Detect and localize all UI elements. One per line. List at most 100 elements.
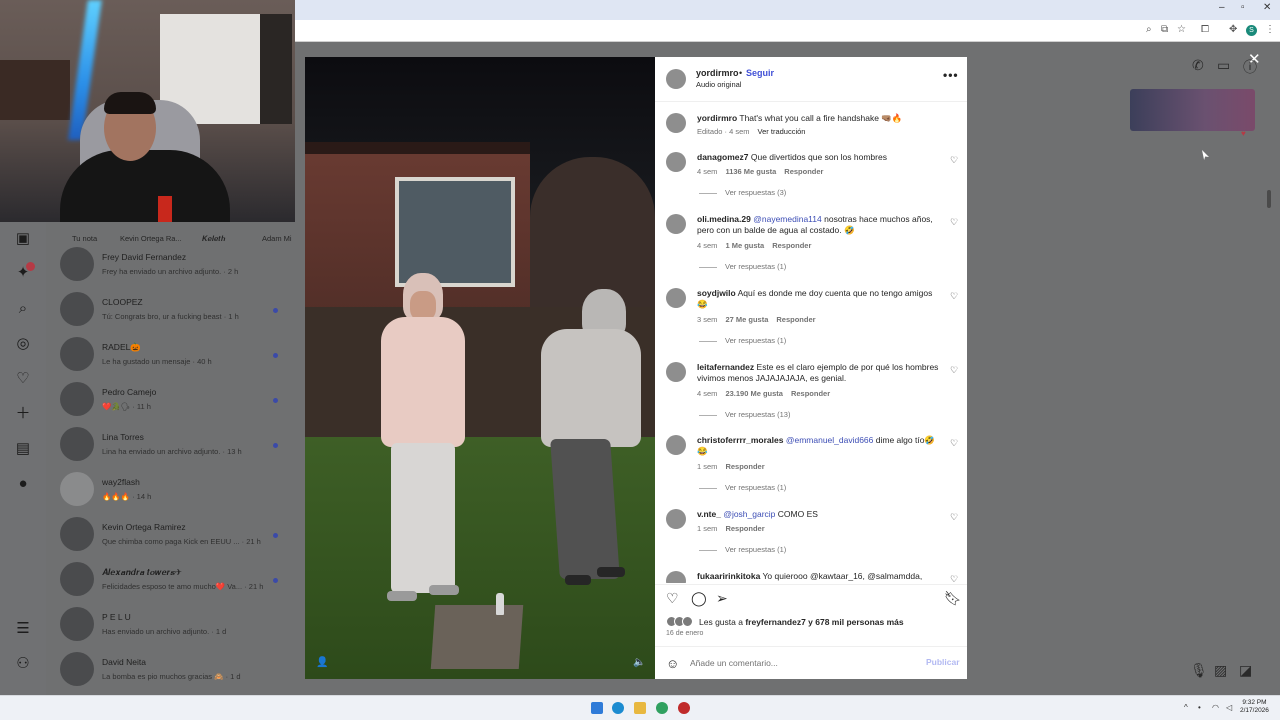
explore-icon[interactable]: ◎ [14, 335, 32, 353]
avatar[interactable] [666, 362, 686, 382]
view-replies-button[interactable]: Ver respuestas (1) [725, 262, 786, 271]
comment-mention[interactable]: @nayemedina114 [753, 214, 822, 224]
reply-button[interactable]: Responder [725, 524, 764, 533]
emoji-icon[interactable]: ☺ [666, 656, 679, 671]
comment-likes[interactable]: 1136 Me gusta [725, 167, 776, 176]
speaker-icon[interactable]: ◁ [1226, 703, 1232, 712]
audio-label[interactable]: Audio original [696, 80, 741, 89]
comment-likes[interactable]: 27 Me gusta [725, 315, 768, 324]
view-replies-button[interactable]: Ver respuestas (1) [725, 336, 786, 345]
chat-row[interactable]: 𝑨𝒍𝒆𝒙𝒂𝒏𝒅𝒓𝒂 𝒕𝒐𝒘𝒆𝒓𝒔✈ Felicidades esposo te a… [46, 557, 295, 602]
scrollbar-thumb[interactable] [1267, 190, 1271, 208]
likes-count[interactable]: y 678 mil personas más [808, 617, 903, 627]
comment-likes[interactable]: 1 Me gusta [725, 241, 764, 250]
windows-start-icon[interactable] [591, 702, 603, 714]
tray-mic-icon[interactable]: • [1198, 703, 1201, 712]
like-comment-heart-icon[interactable]: ♡ [950, 512, 958, 523]
more-options-icon[interactable]: ••• [943, 68, 959, 82]
notifications-heart-icon[interactable]: ♡ [14, 370, 32, 388]
likes-summary[interactable]: Les gusta a freyfernandez7 y 678 mil per… [699, 617, 904, 627]
post-username[interactable]: yordirmro [696, 68, 739, 78]
reply-button[interactable]: Responder [784, 167, 823, 176]
taskbar-clock[interactable]: 9:32 PM 2/17/2026 [1240, 699, 1269, 715]
comment-user[interactable]: soydjwilo [697, 288, 736, 298]
profile-avatar-icon[interactable]: ● [14, 475, 32, 493]
reply-button[interactable]: Responder [725, 462, 764, 471]
bookmark-star-icon[interactable]: ☆ [1177, 24, 1186, 35]
extensions-icon[interactable]: ⧠ [1201, 24, 1209, 35]
dashboard-icon[interactable]: ▤ [14, 440, 32, 458]
chat-row[interactable]: Kevin Ortega Ramirez Que chimba como paga… [46, 512, 295, 557]
like-comment-heart-icon[interactable]: ♡ [950, 155, 958, 166]
avatar[interactable] [666, 509, 686, 529]
avatar[interactable] [666, 288, 686, 308]
comment-mention[interactable]: @emmanuel_david666 [786, 435, 874, 445]
reel-video[interactable]: 👤 🔈 [305, 57, 655, 679]
search-icon[interactable]: ⌕ [14, 300, 32, 318]
like-comment-heart-icon[interactable]: ♡ [950, 438, 958, 449]
view-replies-button[interactable]: Ver respuestas (3) [725, 188, 786, 197]
see-translation-link[interactable]: Ver traducción [758, 127, 806, 136]
browser-menu-icon[interactable]: ⋮ [1265, 24, 1275, 35]
chat-row[interactable]: Frey David Fernandez Frey ha enviado un a… [46, 242, 295, 287]
reply-button[interactable]: Responder [791, 389, 830, 398]
comment-likes[interactable]: 23.190 Me gusta [725, 389, 783, 398]
minimize-icon[interactable]: – [1219, 2, 1225, 13]
like-comment-heart-icon[interactable]: ♡ [950, 574, 958, 583]
info-icon[interactable]: ⓘ [1243, 57, 1257, 77]
obs-icon[interactable] [678, 702, 690, 714]
tray-chevron-icon[interactable]: ^ [1184, 703, 1188, 712]
chat-row[interactable]: Pedro Camejo ❤️🐊🗣 · 11 h [46, 377, 295, 422]
publish-button[interactable]: Publicar [926, 657, 960, 667]
maximize-icon[interactable]: ▫ [1241, 2, 1245, 13]
phone-icon[interactable]: ✆ [1192, 57, 1204, 74]
profile-avatar[interactable]: S [1246, 25, 1257, 36]
microphone-icon[interactable]: 🎙︎ [1190, 662, 1208, 679]
comment-user[interactable]: v.nte_ [697, 509, 721, 519]
video-call-icon[interactable]: ▭ [1217, 57, 1230, 74]
comment-user[interactable]: leitafernandez [697, 362, 754, 372]
wifi-icon[interactable]: ◠ [1212, 703, 1219, 712]
comment-user[interactable]: christoferrrr_morales [697, 435, 783, 445]
comment-user[interactable]: fukaaririnkitoka [697, 571, 760, 581]
edge-icon[interactable] [612, 702, 624, 714]
window-close-icon[interactable]: ✕ [1263, 2, 1271, 13]
sticker-icon[interactable]: ◪ [1239, 662, 1252, 679]
create-icon[interactable]: ＋ [14, 405, 32, 423]
chrome-icon[interactable] [656, 702, 668, 714]
heart-icon[interactable]: ♡ [666, 590, 679, 607]
file-explorer-icon[interactable] [634, 702, 646, 714]
reply-button[interactable]: Responder [776, 315, 815, 324]
chat-row[interactable]: P E L U Has enviado un archivo adjunto. ·… [46, 602, 295, 647]
avatar[interactable] [666, 435, 686, 455]
like-comment-heart-icon[interactable]: ♡ [950, 365, 958, 376]
chat-row[interactable]: David Neita La bomba es pio muchos gracia… [46, 647, 295, 692]
zoom-icon[interactable]: ⌕ [1146, 24, 1152, 35]
chat-row[interactable]: RADEL🎃 Le ha gustado un mensaje · 40 h [46, 332, 295, 377]
puzzle-icon[interactable]: ✥ [1229, 24, 1237, 35]
view-replies-button[interactable]: Ver respuestas (13) [725, 410, 790, 419]
like-comment-heart-icon[interactable]: ♡ [950, 291, 958, 302]
shared-media-thumbnail[interactable] [1130, 89, 1255, 131]
avatar[interactable] [666, 113, 686, 133]
chat-row[interactable]: Lina Torres Lina ha enviado un archivo ad… [46, 422, 295, 467]
like-comment-heart-icon[interactable]: ♡ [950, 217, 958, 228]
cast-icon[interactable]: ⧉ [1161, 24, 1168, 35]
liker-username[interactable]: freyfernandez7 [745, 617, 805, 627]
avatar[interactable] [666, 571, 686, 583]
comment-user[interactable]: danagomez7 [697, 152, 749, 162]
comment-icon[interactable]: ◯ [691, 590, 707, 607]
view-replies-button[interactable]: Ver respuestas (1) [725, 483, 786, 492]
more-apps-icon[interactable]: ⚇ [14, 655, 32, 673]
chat-row[interactable]: way2flash 🔥🔥🔥 · 14 h [46, 467, 295, 512]
reply-button[interactable]: Responder [772, 241, 811, 250]
chat-row[interactable]: CLOOPEZ Tú: Congrats bro, ur a fucking be… [46, 287, 295, 332]
caption-user[interactable]: yordirmro [697, 113, 737, 123]
image-icon[interactable]: ▨ [1214, 662, 1227, 679]
user-tag-icon[interactable]: 👤 [316, 657, 328, 668]
menu-icon[interactable]: ☰ [14, 620, 32, 638]
comment-mention[interactable]: @josh_garcip [723, 509, 775, 519]
comment-input[interactable] [690, 656, 910, 670]
follow-button[interactable]: Seguir [746, 68, 774, 78]
volume-icon[interactable]: 🔈 [633, 657, 645, 668]
